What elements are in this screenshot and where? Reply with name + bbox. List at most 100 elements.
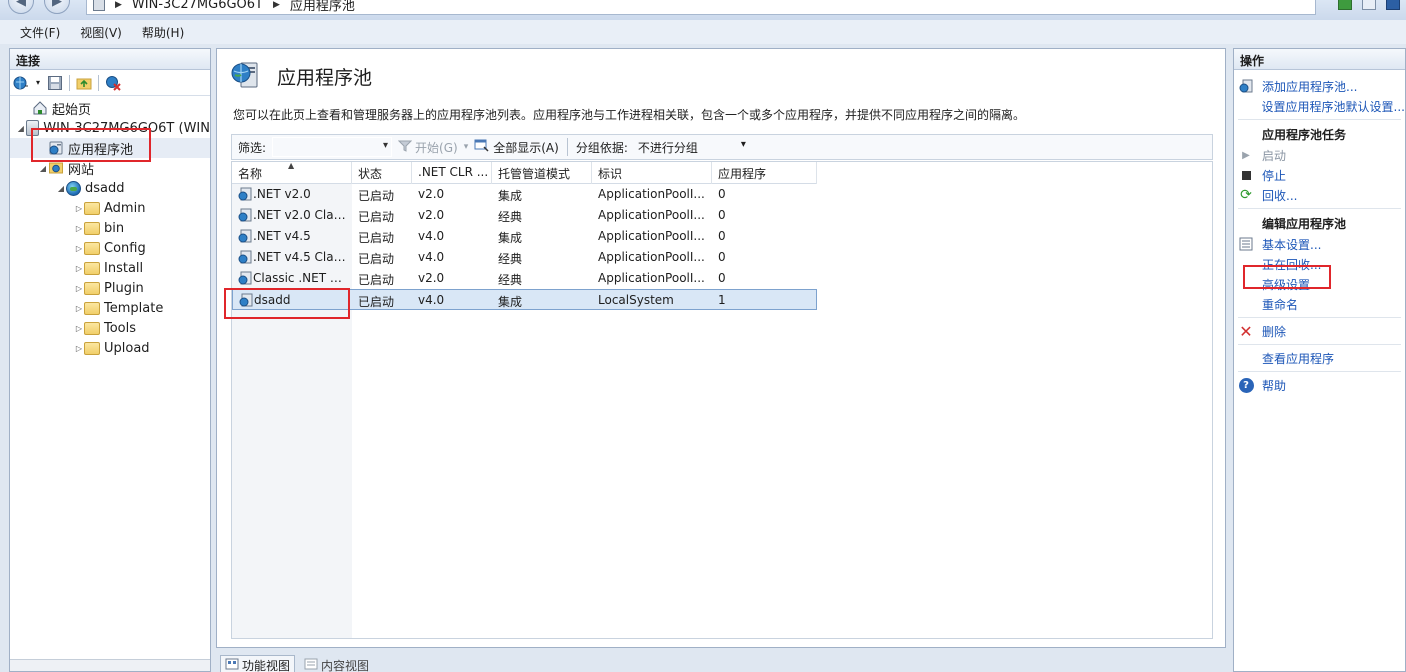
tree-folder[interactable]: ▷ bin xyxy=(10,218,210,238)
disconnect-icon[interactable] xyxy=(105,75,121,91)
cell-identity: ApplicationPoolI... xyxy=(598,271,705,285)
advanced-settings-action[interactable]: 高级设置... xyxy=(1234,274,1405,294)
view-apps-action[interactable]: 查看应用程序 xyxy=(1234,348,1405,368)
folder-icon xyxy=(84,241,100,255)
tree-folder[interactable]: ▷ Template xyxy=(10,298,210,318)
tree-folder[interactable]: ▷ Config xyxy=(10,238,210,258)
column-header-label: .NET CLR ... xyxy=(418,165,489,179)
expand-icon[interactable]: ▷ xyxy=(74,204,84,213)
address-segment-server[interactable]: WIN-3C27MG6GO6T xyxy=(132,0,263,12)
cell-apps: 0 xyxy=(718,271,726,285)
filter-input[interactable] xyxy=(272,137,393,157)
recycle-action[interactable]: ⟳ 回收... xyxy=(1234,185,1405,205)
expand-icon[interactable]: ▷ xyxy=(74,304,84,313)
start-action[interactable]: ▶ 启动 xyxy=(1234,145,1405,165)
connect-globe-icon[interactable] xyxy=(13,75,29,91)
divider xyxy=(1238,371,1401,372)
set-defaults-action[interactable]: 设置应用程序池默认设置... xyxy=(1234,96,1405,116)
delete-action[interactable]: ✕ 删除 xyxy=(1234,321,1405,341)
column-header-clr[interactable]: .NET CLR ... xyxy=(412,162,492,184)
help-action[interactable]: ? 帮助 xyxy=(1234,375,1405,395)
stop-action[interactable]: 停止 xyxy=(1234,165,1405,185)
forward-button[interactable]: ▶ xyxy=(44,0,70,14)
home-icon[interactable] xyxy=(1386,0,1400,10)
cell-status: 已启动 xyxy=(358,273,395,287)
table-row-selected[interactable]: dsadd 已启动 v4.0 集成 LocalSystem 1 xyxy=(232,289,817,310)
folder-icon xyxy=(84,221,100,235)
tree-sites[interactable]: ◢ 网站 xyxy=(10,158,210,178)
cell-pipeline: 经典 xyxy=(498,273,523,287)
collapse-icon[interactable]: ◢ xyxy=(56,184,66,193)
forward-arrow-icon: ▶ xyxy=(52,0,62,9)
table-row[interactable]: .NET v4.5 已启动 v4.0 集成 ApplicationPoolI..… xyxy=(232,226,817,247)
cell-identity: ApplicationPoolI... xyxy=(598,187,705,201)
expand-icon[interactable]: ▷ xyxy=(74,324,84,333)
page-description: 您可以在此页上查看和管理服务器上的应用程序池列表。应用程序池与工作进程相关联，包… xyxy=(233,108,1026,122)
tab-features-view[interactable]: 功能视图 xyxy=(220,655,296,672)
cell-status: 已启动 xyxy=(358,231,395,245)
tree-folder[interactable]: ▷ Admin xyxy=(10,198,210,218)
column-header-pipeline[interactable]: 托管管道模式 xyxy=(492,162,592,184)
tab-content-view[interactable]: 内容视图 xyxy=(299,655,374,672)
add-app-pool-action[interactable]: 添加应用程序池... xyxy=(1234,76,1405,96)
tree-folder[interactable]: ▷ Install xyxy=(10,258,210,278)
horizontal-scrollbar[interactable] xyxy=(10,659,210,671)
cell-name: .NET v4.5 Clas... xyxy=(253,250,352,264)
expand-icon[interactable]: ▷ xyxy=(74,244,84,253)
tree-site-dsadd[interactable]: ◢ dsadd xyxy=(10,178,210,198)
cell-clr: v4.0 xyxy=(418,293,445,307)
dropdown-arrow-icon[interactable]: ▾ xyxy=(35,75,41,91)
column-header-identity[interactable]: 标识 xyxy=(592,162,712,184)
cell-pipeline: 集成 xyxy=(498,189,523,203)
stop-icon[interactable] xyxy=(1362,0,1376,10)
tree-folder[interactable]: ▷ Tools xyxy=(10,318,210,338)
tree-server[interactable]: ◢ WIN-3C27MG6GO6T (WIN xyxy=(10,118,210,138)
play-icon: ▶ xyxy=(1242,149,1250,161)
show-all-button[interactable]: 全部显示(A) xyxy=(468,139,565,156)
table-row[interactable]: .NET v2.0 已启动 v2.0 集成 ApplicationPoolI..… xyxy=(232,184,817,205)
basic-settings-action[interactable]: 基本设置... xyxy=(1234,234,1405,254)
cell-apps: 0 xyxy=(718,229,726,243)
app-pool-icon xyxy=(238,271,252,288)
expand-icon[interactable]: ▷ xyxy=(74,264,84,273)
expand-icon[interactable]: ▷ xyxy=(74,224,84,233)
up-folder-icon[interactable] xyxy=(76,75,92,91)
tree-folder-label: Plugin xyxy=(104,280,144,296)
tree-folder[interactable]: ▷ Upload xyxy=(10,338,210,358)
menu-view[interactable]: 视图(V) xyxy=(70,24,132,41)
collapse-icon[interactable]: ◢ xyxy=(16,124,26,133)
column-header-name[interactable]: 名称 ▲ xyxy=(232,162,352,184)
address-segment-pools[interactable]: 应用程序池 xyxy=(290,0,355,14)
tree-folder-label: Config xyxy=(104,240,146,256)
table-row[interactable]: Classic .NET A... 已启动 v2.0 经典 Applicatio… xyxy=(232,268,817,289)
cell-pipeline: 经典 xyxy=(498,210,523,224)
tree-folder[interactable]: ▷ Plugin xyxy=(10,278,210,298)
actions-pane: 操作 添加应用程序池... 设置应用程序池默认设置... 应用程序池任务 ▶ 启… xyxy=(1233,48,1406,672)
menu-file[interactable]: 文件(F) xyxy=(10,24,70,41)
address-path[interactable]: ▶ WIN-3C27MG6GO6T ▶ 应用程序池 xyxy=(86,0,1316,15)
recycling-action[interactable]: 正在回收... xyxy=(1234,254,1405,274)
back-button[interactable]: ◀ xyxy=(8,0,34,14)
go-button[interactable]: 开始(G) xyxy=(392,139,464,156)
action-label: 重命名 xyxy=(1262,297,1299,312)
refresh-icon[interactable] xyxy=(1338,0,1352,10)
column-header-status[interactable]: 状态 xyxy=(352,162,412,184)
group-by-select[interactable]: 不进行分组 xyxy=(634,137,750,157)
expand-icon[interactable]: ▷ xyxy=(74,344,84,353)
tree-app-pools[interactable]: 应用程序池 xyxy=(10,138,210,158)
collapse-icon[interactable]: ◢ xyxy=(38,164,48,173)
action-label: 基本设置... xyxy=(1262,237,1322,252)
tree-start-page[interactable]: 起始页 xyxy=(10,98,210,118)
table-row[interactable]: .NET v2.0 Clas... 已启动 v2.0 经典 Applicatio… xyxy=(232,205,817,226)
filter-divider xyxy=(566,138,568,156)
table-row[interactable]: .NET v4.5 Clas... 已启动 v4.0 经典 Applicatio… xyxy=(232,247,817,268)
column-header-label: 标识 xyxy=(598,167,623,181)
save-icon[interactable] xyxy=(47,75,63,91)
menu-help[interactable]: 帮助(H) xyxy=(132,24,194,41)
rename-action[interactable]: 重命名 xyxy=(1234,294,1405,314)
connections-toolbar: ▾ xyxy=(10,70,210,96)
tree-sites-label: 网站 xyxy=(68,162,95,178)
folder-icon xyxy=(84,341,100,355)
column-header-apps[interactable]: 应用程序 xyxy=(712,162,817,184)
expand-icon[interactable]: ▷ xyxy=(74,284,84,293)
